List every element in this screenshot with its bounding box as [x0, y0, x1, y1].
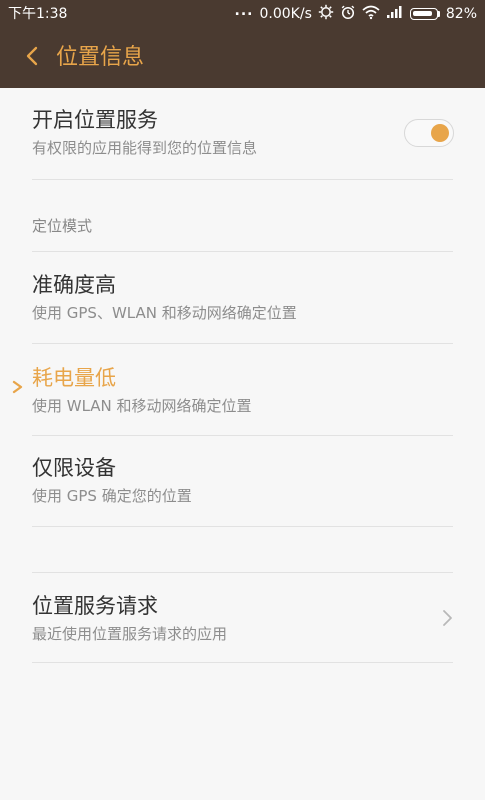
settings-content	[0, 88, 485, 800]
back-icon	[24, 45, 40, 71]
divider-5	[32, 526, 453, 527]
location-requests-row[interactable]: 位置服务请求 最近使用位置服务请求的应用	[32, 592, 453, 644]
mode-option-title: 准确度高	[32, 273, 116, 297]
mode-option-subtitle: 使用 GPS 确定您的位置	[32, 487, 192, 505]
location-requests-title: 位置服务请求	[32, 594, 158, 618]
toggle-knob	[431, 124, 449, 142]
battery-level: 82%	[445, 6, 477, 22]
back-button[interactable]	[8, 28, 56, 88]
mode-option-title: 仅限设备	[32, 456, 116, 480]
divider-1	[32, 179, 453, 180]
location-service-title: 开启位置服务	[32, 108, 158, 132]
location-requests-subtitle: 最近使用位置服务请求的应用	[32, 625, 228, 643]
divider-3	[32, 343, 453, 344]
location-service-subtitle: 有权限的应用能得到您的位置信息	[32, 139, 258, 157]
mode-option-battery-saving[interactable]: 耗电量低 使用 WLAN 和移动网络确定位置	[32, 364, 453, 416]
location-service-row[interactable]: 开启位置服务 有权限的应用能得到您的位置信息	[32, 106, 453, 158]
mode-section-label: 定位模式	[32, 217, 93, 235]
wifi-icon	[362, 4, 380, 24]
alarm-icon	[340, 4, 356, 24]
top-bar: 下午1:38 ... 0.00K/s 82% 位置信息	[0, 0, 485, 88]
app-bar: 位置信息	[0, 28, 485, 88]
mode-option-high-accuracy[interactable]: 准确度高 使用 GPS、WLAN 和移动网络确定位置	[32, 271, 453, 323]
mode-option-device-only[interactable]: 仅限设备 使用 GPS 确定您的位置	[32, 454, 453, 506]
network-speed: 0.00K/s	[259, 6, 312, 22]
status-time: 下午1:38	[8, 6, 68, 22]
mode-option-subtitle: 使用 GPS、WLAN 和移动网络确定位置	[32, 304, 297, 322]
settings-icon	[318, 4, 334, 24]
chevron-right-icon	[439, 608, 455, 628]
divider-4	[32, 435, 453, 436]
battery-icon	[409, 8, 438, 20]
mode-option-title: 耗电量低	[32, 366, 116, 390]
mode-option-subtitle: 使用 WLAN 和移动网络确定位置	[32, 397, 252, 415]
divider-2	[32, 251, 453, 252]
status-bar: 下午1:38 ... 0.00K/s 82%	[0, 0, 485, 28]
divider-6	[32, 572, 453, 573]
more-icon: ...	[234, 3, 254, 19]
signal-icon	[386, 5, 404, 23]
selected-indicator-icon	[11, 379, 25, 394]
divider-7	[32, 662, 453, 663]
status-right: ... 0.00K/s 82%	[234, 3, 477, 24]
location-service-toggle[interactable]	[404, 119, 454, 147]
page-title: 位置信息	[56, 45, 145, 70]
